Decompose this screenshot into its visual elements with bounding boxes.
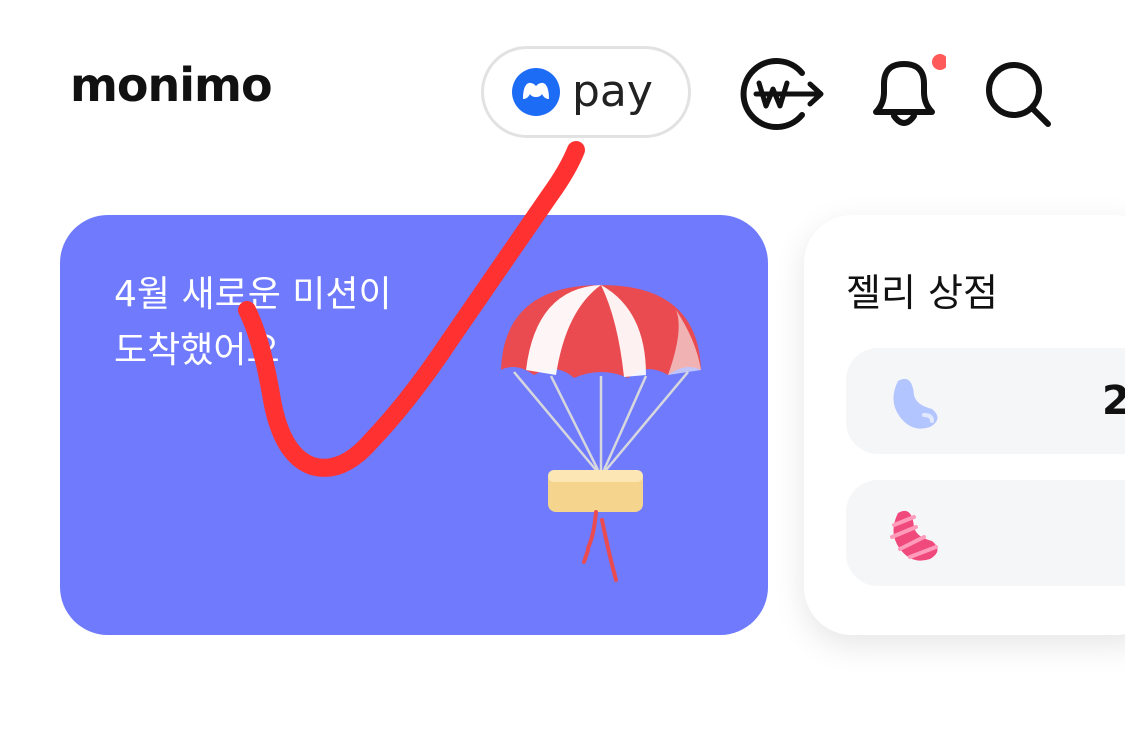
jelly-item[interactable] (846, 480, 1125, 586)
mission-banner-card[interactable]: 4월 새로운 미션이 도착했어요 (60, 215, 768, 635)
pay-label: pay (572, 66, 653, 117)
won-transfer-icon[interactable] (734, 56, 826, 132)
notification-dot (932, 54, 946, 70)
jelly-count: 2 (1102, 378, 1125, 424)
blue-jelly-icon (893, 378, 938, 429)
bell-icon[interactable] (866, 52, 946, 132)
mission-title-line2: 도착했어요 (114, 330, 280, 371)
parachute-gift-icon (501, 285, 701, 582)
monimo-pay-button[interactable]: pay (481, 46, 691, 138)
search-icon[interactable] (982, 58, 1054, 130)
mission-title-line1: 4월 새로운 미션이 (114, 274, 392, 315)
monimo-pay-icon (512, 68, 560, 116)
jelly-store-card[interactable]: 젤리 상점 2 (804, 215, 1125, 635)
mission-title: 4월 새로운 미션이 도착했어요 (114, 267, 392, 379)
monimo-logo: monimo (70, 58, 273, 112)
jelly-item[interactable]: 2 (846, 348, 1125, 454)
jelly-store-title: 젤리 상점 (846, 271, 998, 315)
pink-jelly-icon (890, 510, 938, 561)
